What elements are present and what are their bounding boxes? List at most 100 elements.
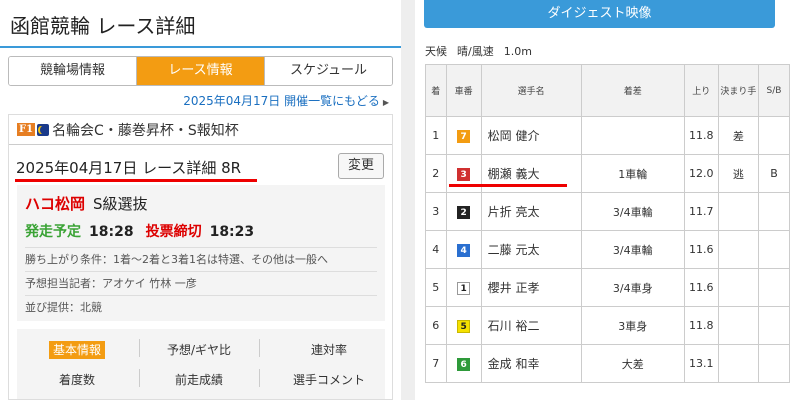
- table-row: 6 5 石川 裕二 3車身 11.8: [425, 306, 790, 345]
- menu-finish-count[interactable]: 着度数: [22, 371, 132, 388]
- cell-last: 11.7: [683, 192, 719, 231]
- car-number-badge: 5: [457, 319, 471, 333]
- tab-schedule[interactable]: スケジュール: [265, 57, 392, 85]
- back-to-list-link[interactable]: 2025年04月17日 開催一覧にもどる ▶: [183, 92, 389, 109]
- back-link-label: 2025年04月17日 開催一覧にもどる: [183, 94, 380, 108]
- cell-name: 石川 裕二: [480, 306, 582, 345]
- results-table: 着 車番 選手名 着差 上り 決まり手 S/B 1 7 松岡 健介 11.8 差 2 3 棚瀬…: [425, 64, 790, 383]
- cell-kimarite: [717, 268, 760, 307]
- tab-venue-info[interactable]: 競輪場情報: [9, 57, 137, 85]
- cell-margin: 3/4車輪: [580, 230, 685, 269]
- time-line: 発走予定 18:28 投票締切 18:23: [25, 221, 254, 241]
- header-car-number: 車番: [445, 64, 482, 117]
- close-label: 投票締切: [145, 224, 202, 240]
- weather-info: 天候 晴/風速 1.0m: [425, 43, 542, 59]
- cell-margin: 大差: [580, 344, 685, 383]
- triangle-right-icon: ▶: [382, 98, 389, 107]
- page-title: 函館競輪 レース詳細: [0, 0, 401, 48]
- tab-bar: 競輪場情報 レース情報 スケジュール: [8, 56, 393, 86]
- start-time: 18:28: [89, 224, 134, 240]
- cell-sb: [758, 268, 790, 307]
- grade-badge: F1: [17, 123, 36, 136]
- car-number-cell: 5: [445, 306, 482, 345]
- cell-last: 13.1: [683, 344, 719, 383]
- cell-margin: 3車身: [580, 306, 685, 345]
- cell-rank: 3: [425, 192, 447, 231]
- menu-basic-info[interactable]: 基本情報: [22, 341, 132, 359]
- cell-last: 11.6: [683, 230, 719, 269]
- race-date-title: 2025年04月17日 レース詳細 8R: [16, 159, 242, 177]
- header-last-lap: 上り: [683, 64, 719, 117]
- tab-race-info[interactable]: レース情報: [137, 57, 265, 85]
- cell-sb: [758, 306, 790, 345]
- cell-last: 11.8: [683, 116, 719, 155]
- header-rider-name: 選手名: [480, 64, 582, 117]
- divider: [25, 247, 377, 248]
- cell-kimarite: [717, 344, 760, 383]
- cell-rank: 7: [425, 344, 447, 383]
- cell-name: 片折 亮太: [480, 192, 582, 231]
- table-row: 7 6 金成 和幸 大差 13.1: [425, 344, 790, 383]
- cell-margin: 3/4車輪: [580, 192, 685, 231]
- car-number-cell: 1: [445, 268, 482, 307]
- cell-margin: [580, 116, 685, 155]
- cell-rank: 5: [425, 268, 447, 307]
- car-number-cell: 7: [445, 116, 482, 155]
- race-card: F1 名輪会C・藤巻昇杯・S報知杯 2025年04月17日 レース詳細 8R 変…: [8, 114, 393, 400]
- cell-sb: [758, 192, 790, 231]
- race-name: S級選抜: [93, 195, 148, 213]
- wind-speed: 1.0m: [503, 45, 532, 58]
- car-number-badge: 3: [457, 167, 471, 181]
- red-underline-mark: [15, 179, 257, 182]
- event-name: 名輪会C・藤巻昇杯・S報知杯: [52, 122, 239, 139]
- car-number-badge: 1: [457, 281, 471, 295]
- cell-sb: [758, 230, 790, 269]
- cell-margin: 3/4車身: [580, 268, 685, 307]
- cell-last: 12.0: [683, 154, 719, 193]
- table-row: 4 4 二藤 元太 3/4車輪 11.6: [425, 230, 790, 269]
- cell-sb: [758, 116, 790, 155]
- divider: [25, 295, 377, 296]
- car-number-badge: 7: [457, 129, 471, 143]
- lineup-provider: 並び提供：北競: [25, 301, 102, 314]
- event-row: F1 名輪会C・藤巻昇杯・S報知杯: [9, 115, 392, 145]
- cell-sb: [758, 344, 790, 383]
- weather-label: 天候: [425, 45, 447, 58]
- car-number-badge: 6: [457, 357, 471, 371]
- table-header-row: 着 車番 選手名 着差 上り 決まり手 S/B: [425, 64, 790, 117]
- divider: [25, 271, 377, 272]
- table-row: 1 7 松岡 健介 11.8 差: [425, 116, 790, 155]
- menu-separator: [139, 339, 140, 357]
- change-button[interactable]: 変更: [338, 153, 384, 179]
- menu-prediction[interactable]: 予想/ギヤ比: [144, 341, 254, 358]
- venue-line: ハコ松岡 S級選抜: [25, 193, 148, 214]
- left-panel: 函館競輪 レース詳細 競輪場情報 レース情報 スケジュール 2025年04月17…: [0, 0, 401, 400]
- cell-name: 金成 和幸: [480, 344, 582, 383]
- car-number-cell: 4: [445, 230, 482, 269]
- car-number-cell: 2: [445, 192, 482, 231]
- cell-sb: B: [758, 154, 790, 193]
- car-number-cell: 6: [445, 344, 482, 383]
- cell-name: 松岡 健介: [480, 116, 582, 155]
- header-kimarite: 決まり手: [717, 64, 760, 117]
- table-row: 5 1 櫻井 正孝 3/4車身 11.6: [425, 268, 790, 307]
- cell-rank: 2: [425, 154, 447, 193]
- menu-previous-results[interactable]: 前走成績: [144, 371, 254, 388]
- menu-separator: [139, 369, 140, 387]
- cell-rank: 4: [425, 230, 447, 269]
- car-number-badge: 4: [457, 243, 471, 257]
- right-panel: ダイジェスト映像 天候 晴/風速 1.0m 着 車番 選手名 着差 上り 決まり手 …: [415, 0, 800, 400]
- cell-name: 二藤 元太: [480, 230, 582, 269]
- car-number-badge: 2: [457, 205, 471, 219]
- cell-rank: 1: [425, 116, 447, 155]
- menu-consecutive-rate[interactable]: 連対率: [274, 341, 384, 358]
- cell-last: 11.8: [683, 306, 719, 345]
- start-label: 発走予定: [25, 224, 81, 240]
- menu-rider-comments[interactable]: 選手コメント: [274, 371, 384, 388]
- digest-video-button[interactable]: ダイジェスト映像: [424, 0, 775, 28]
- race-info-box: ハコ松岡 S級選抜 発走予定 18:28 投票締切 18:23 勝ち上がり条件：1着〜2…: [17, 185, 385, 321]
- cell-kimarite: [717, 192, 760, 231]
- weather-value: 晴/風速: [457, 45, 494, 58]
- venue-name: ハコ松岡: [25, 195, 86, 213]
- page: 函館競輪 レース詳細 競輪場情報 レース情報 スケジュール 2025年04月17…: [0, 0, 800, 400]
